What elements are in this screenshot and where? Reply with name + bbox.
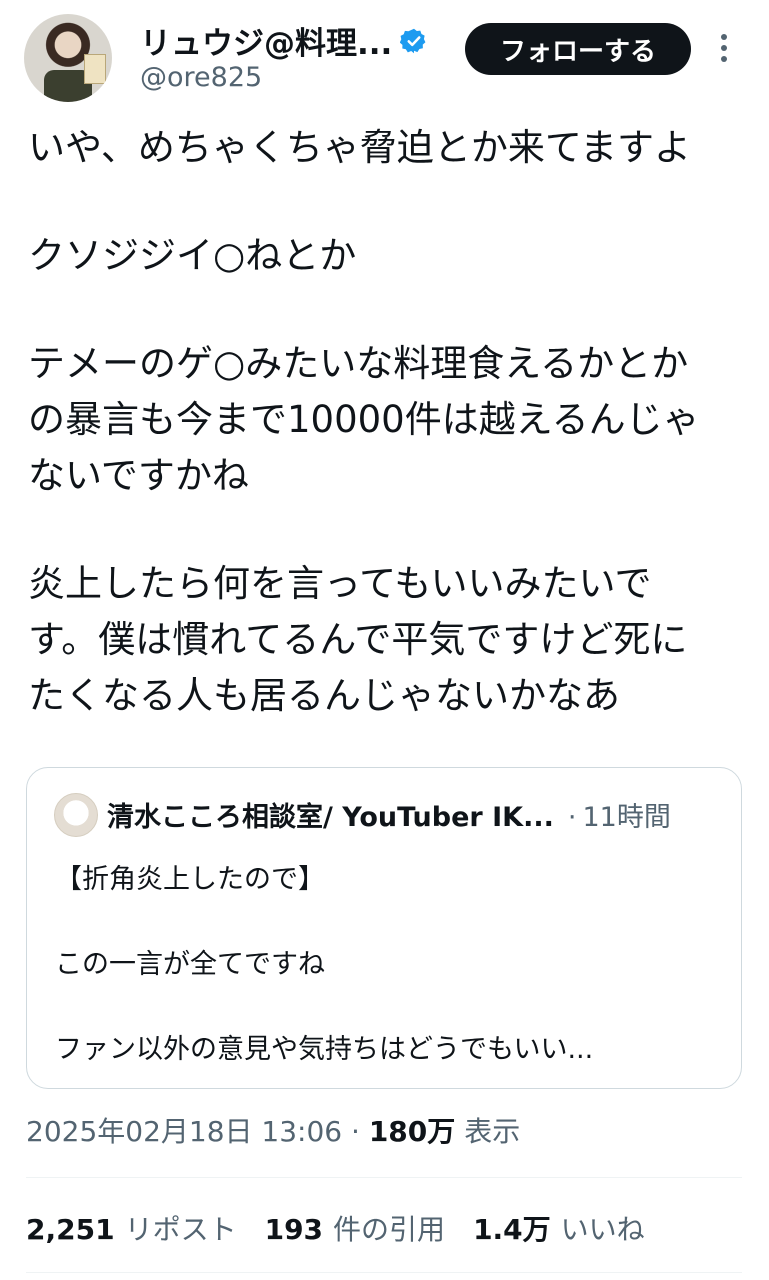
view-count-label: 表示 — [464, 1115, 521, 1148]
follow-button[interactable]: フォローする — [465, 23, 691, 75]
tweet-paragraph: クソジジイ○ねとか — [28, 234, 357, 277]
divider — [26, 1272, 742, 1273]
likes-count: 1.4万 — [473, 1213, 551, 1246]
more-dot — [721, 56, 727, 62]
tweet-paragraph: 炎上したら何を言ってもいいみたいで す。僕は慣れてるんで平気ですけど死に たくな… — [28, 562, 688, 717]
tweet-datetime[interactable]: 2025年02月18日 13:06 — [26, 1115, 342, 1148]
tweet-header: リュウジ@料理... @ore825 フォローする — [0, 0, 769, 110]
verified-badge-icon — [400, 28, 426, 53]
author-handle[interactable]: @ore825 — [140, 62, 262, 93]
retweets-label: リポスト — [124, 1213, 237, 1246]
quoted-tweet-card[interactable]: 清水こころ相談室/ YouTuber IK... · 11時間 【折角炎上したの… — [26, 767, 742, 1089]
divider — [26, 1177, 742, 1178]
tweet-text: いや、めちゃくちゃ脅迫とか来てますよ クソジジイ○ねとか テメーのゲ○みたいな料… — [28, 120, 743, 724]
quotes-count: 193 — [264, 1213, 324, 1246]
likes-label: いいね — [560, 1213, 645, 1246]
more-dot — [721, 45, 727, 51]
tweet-meta: 2025年02月18日 13:06 · 180万 表示 — [26, 1110, 520, 1150]
meta-separator: · — [351, 1115, 360, 1148]
retweets-count: 2,251 — [26, 1213, 115, 1246]
quoted-timestamp: 11時間 — [582, 802, 671, 833]
quotes-stat[interactable]: 193 件の引用 — [265, 1208, 445, 1248]
quoted-text-line: 【折角炎上したので】 — [55, 864, 325, 895]
likes-stat[interactable]: 1.4万 いいね — [473, 1208, 645, 1248]
engagement-stats: 2,251 リポスト 193 件の引用 1.4万 いいね — [26, 1208, 673, 1248]
more-dot — [721, 34, 727, 40]
more-options-icon[interactable] — [712, 28, 736, 68]
quoted-tweet-header: 清水こころ相談室/ YouTuber IK... · 11時間 — [107, 795, 671, 834]
author-name[interactable]: リュウジ@料理... — [140, 18, 392, 63]
quoted-separator: · — [567, 802, 577, 833]
view-count: 180万 — [368, 1115, 456, 1148]
tweet-paragraph: いや、めちゃくちゃ脅迫とか来てますよ — [28, 126, 692, 169]
quoted-author-avatar — [54, 793, 98, 837]
quotes-label: 件の引用 — [333, 1213, 446, 1246]
author-avatar[interactable] — [24, 14, 112, 102]
quoted-text-line: この一言が全てですね — [55, 949, 325, 980]
avatar-product-shape — [84, 54, 106, 84]
author-name-row: リュウジ@料理... — [140, 18, 428, 63]
tweet-paragraph: テメーのゲ○みたいな料理食えるかとか の暴言も今まで10000件は越えるんじゃ … — [28, 342, 700, 497]
quoted-author-name: 清水こころ相談室/ YouTuber IK... — [107, 802, 554, 833]
retweets-stat[interactable]: 2,251 リポスト — [26, 1208, 237, 1248]
quoted-text-line: ファン以外の意見や気持ちはどうでもいい... — [55, 1034, 594, 1065]
